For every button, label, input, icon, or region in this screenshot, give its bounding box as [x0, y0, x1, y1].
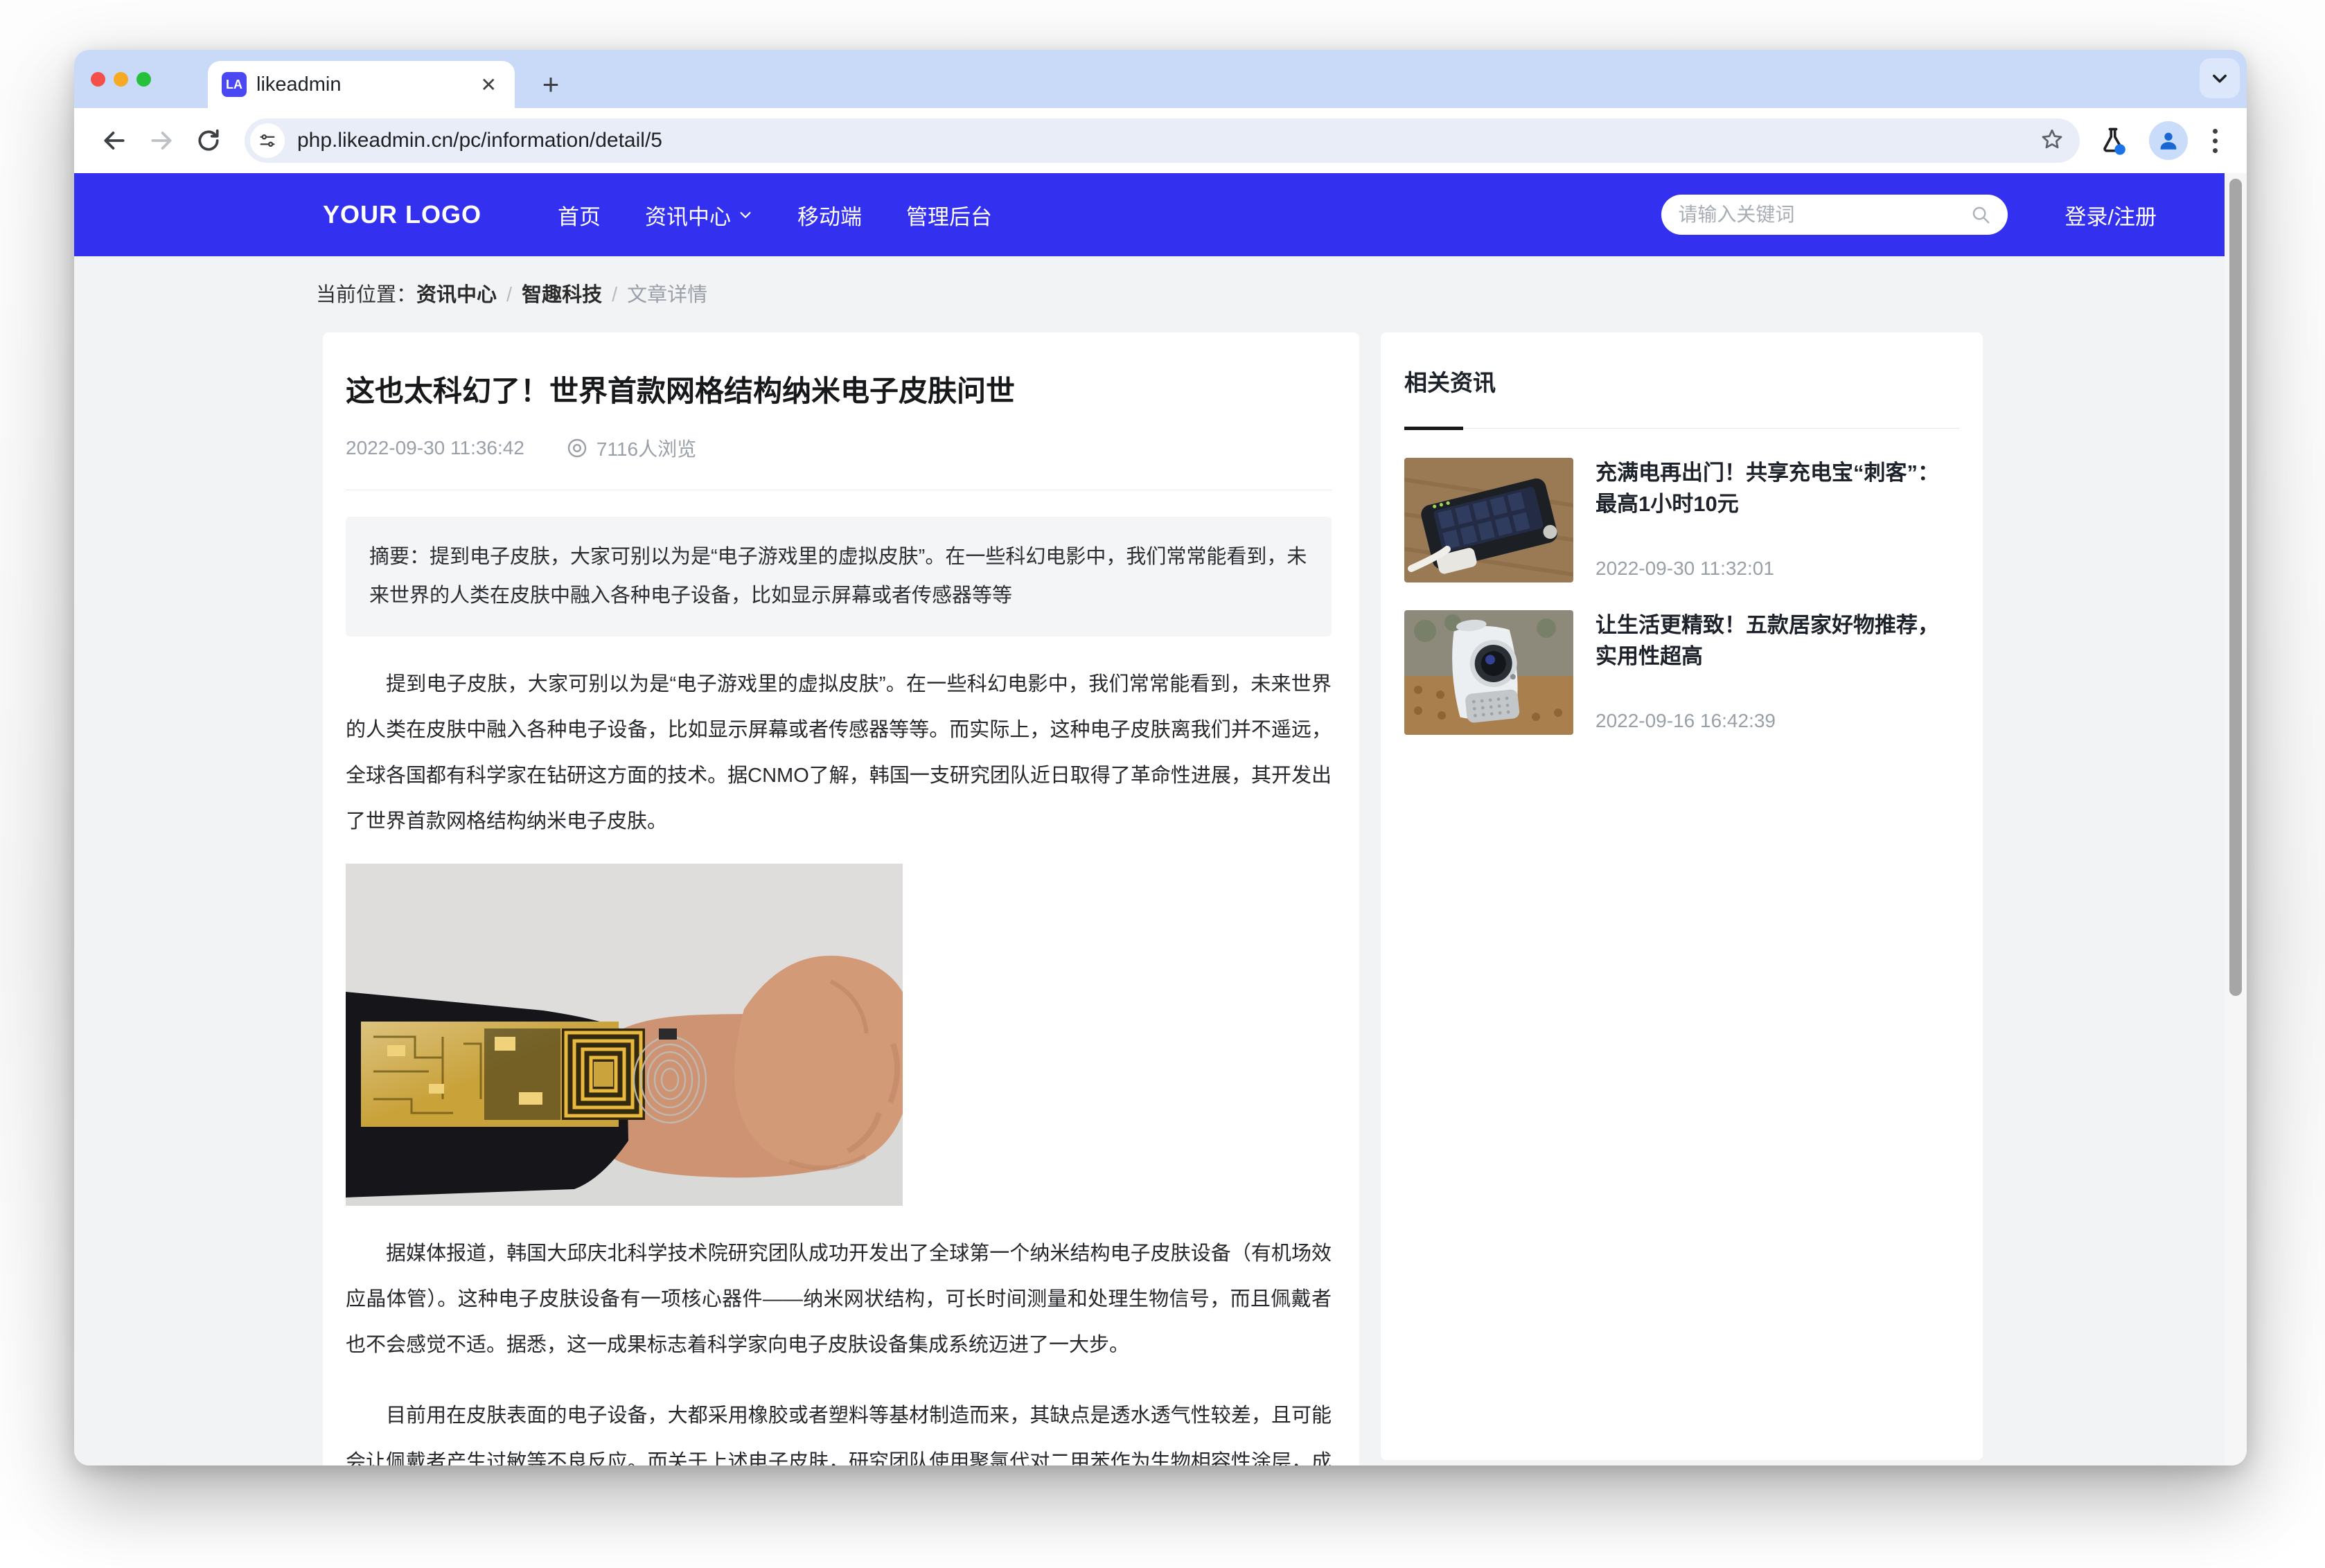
forward-button[interactable] [141, 120, 182, 161]
login-register-link[interactable]: 登录/注册 [2065, 199, 2157, 231]
window-controls [91, 72, 151, 87]
site-header: YOUR LOGO 首页 资讯中心 移动端 管理后台 登录/注册 [74, 173, 2247, 256]
breadcrumb: 当前位置：资讯中心 / 智趣科技 / 文章详情 [316, 278, 707, 308]
site-info-button[interactable] [250, 123, 285, 158]
breadcrumb-category[interactable]: 智趣科技 [522, 284, 602, 306]
site-settings-icon [258, 131, 277, 150]
page-scrollbar-thumb[interactable] [2229, 179, 2242, 996]
article-image-electronic-skin [346, 864, 903, 1206]
person-icon [2157, 129, 2180, 152]
tab-close-icon[interactable]: ✕ [477, 72, 501, 98]
search-icon[interactable] [1970, 204, 1991, 225]
related-item-power-bank[interactable]: 充满电再出门！共享充电宝“刺客”：最高1小时10元 2022-09-30 11:… [1404, 458, 1959, 582]
article-summary: 摘要：提到电子皮肤，大家可别以为是“电子游戏里的虚拟皮肤”。在一些科幻电影中，我… [346, 517, 1332, 636]
minimize-window-button[interactable] [114, 72, 128, 87]
menu-item-home[interactable]: 首页 [558, 199, 601, 231]
related-item-title[interactable]: 让生活更精致！五款居家好物推荐，实用性超高 [1595, 610, 1959, 672]
reload-icon [195, 127, 222, 154]
zoom-window-button[interactable] [136, 72, 151, 87]
new-tab-button[interactable]: + [531, 65, 570, 104]
reload-button[interactable] [188, 120, 229, 161]
related-item-projector[interactable]: 让生活更精致！五款居家好物推荐，实用性超高 2022-09-16 16:42:3… [1404, 610, 1959, 735]
breadcrumb-news-center[interactable]: 资讯中心 [416, 284, 497, 306]
breadcrumb-current: 文章详情 [627, 284, 707, 306]
menu-item-admin[interactable]: 管理后台 [906, 199, 992, 231]
power-bank-photo [1404, 458, 1573, 582]
page-content: 当前位置：资讯中心 / 智趣科技 / 文章详情 这也太科幻了！世界首款网格结构纳米电子皮… [74, 256, 2225, 1465]
chevron-down-icon [738, 207, 753, 222]
menu-item-news-center[interactable]: 资讯中心 [645, 199, 753, 231]
bookmark-star-button[interactable] [2040, 127, 2065, 155]
star-icon [2040, 127, 2065, 152]
flask-icon [2098, 125, 2128, 156]
keyword-search-box [1661, 195, 2008, 235]
address-bar[interactable]: php.likeadmin.cn/pc/information/detail/5 [245, 118, 2080, 163]
browser-toolbar: php.likeadmin.cn/pc/information/detail/5 [74, 108, 2247, 173]
related-thumbnail-projector[interactable] [1404, 610, 1573, 735]
related-item-date: 2022-09-30 11:32:01 [1595, 558, 1959, 582]
search-input[interactable] [1678, 204, 1962, 226]
back-arrow-icon [101, 127, 127, 154]
profile-avatar-button[interactable] [2149, 121, 2188, 160]
chevron-down-icon [2210, 69, 2229, 88]
related-item-title[interactable]: 充满电再出门！共享充电宝“刺客”：最高1小时10元 [1595, 458, 1959, 520]
article-paragraph: 提到电子皮肤，大家可别以为是“电子游戏里的虚拟皮肤”。在一些科幻电影中，我们常常… [346, 661, 1332, 844]
article-paragraph: 据媒体报道，韩国大邱庆北科学技术院研究团队成功开发出了全球第一个纳米结构电子皮肤… [346, 1231, 1332, 1368]
related-news-title: 相关资讯 [1404, 364, 1959, 398]
browser-window: LA likeadmin ✕ + php.likeadmin.cn/pc [74, 50, 2247, 1465]
breadcrumb-separator: / [612, 284, 617, 306]
main-menu: 首页 资讯中心 移动端 管理后台 [558, 199, 992, 231]
projector-photo [1404, 610, 1573, 735]
url-text[interactable]: php.likeadmin.cn/pc/information/detail/5 [297, 129, 2027, 152]
article-views: 7116人浏览 [566, 434, 696, 462]
tab-strip: LA likeadmin ✕ + [74, 50, 2247, 108]
eye-icon [566, 437, 588, 459]
experiments-flask-button[interactable] [2098, 125, 2128, 156]
tab-title: likeadmin [256, 73, 467, 96]
article-card: 这也太科幻了！世界首款网格结构纳米电子皮肤问世 2022-09-30 11:36… [323, 332, 1359, 1465]
related-item-date: 2022-09-16 16:42:39 [1595, 710, 1959, 735]
article-date: 2022-09-30 11:36:42 [346, 437, 524, 459]
page-scrollbar-track[interactable] [2225, 173, 2247, 1465]
section-divider [1404, 427, 1959, 430]
breadcrumb-prefix: 当前位置： [316, 284, 416, 306]
toolbar-right-cluster [2098, 121, 2227, 160]
article-meta: 2022-09-30 11:36:42 7116人浏览 [346, 434, 1332, 462]
article-paragraph: 目前用在皮肤表面的电子设备，大都采用橡胶或者塑料等基材制造而来，其缺点是透水透气… [346, 1393, 1332, 1465]
back-button[interactable] [94, 120, 135, 161]
menu-item-mobile[interactable]: 移动端 [797, 199, 862, 231]
site-favicon: LA [222, 72, 247, 97]
breadcrumb-separator: / [506, 284, 512, 306]
site-logo[interactable]: YOUR LOGO [323, 200, 481, 229]
browser-menu-button[interactable] [2209, 125, 2222, 157]
tab-search-chevron-button[interactable] [2200, 58, 2240, 98]
close-window-button[interactable] [91, 72, 105, 87]
article-title: 这也太科幻了！世界首款网格结构纳米电子皮肤问世 [346, 373, 1332, 411]
related-news-panel: 相关资讯 [1381, 332, 1983, 1460]
browser-tab[interactable]: LA likeadmin ✕ [208, 61, 515, 108]
related-thumbnail-power-bank[interactable] [1404, 458, 1573, 582]
forward-arrow-icon [148, 127, 175, 154]
